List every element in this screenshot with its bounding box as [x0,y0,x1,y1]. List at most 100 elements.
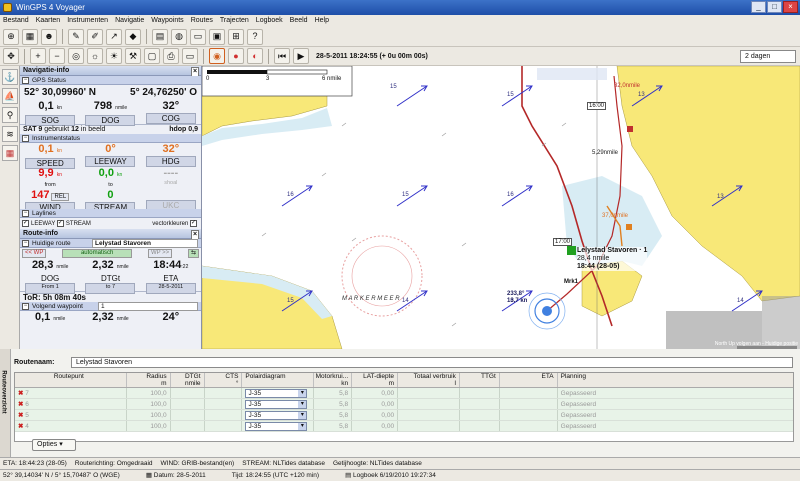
rewind-icon[interactable]: ⏮ [274,48,290,64]
menu-kaarten[interactable]: Kaarten [36,15,61,27]
lightbulb-off-icon[interactable]: ☀ [106,48,122,64]
laylines-header[interactable]: − Laylines [20,209,201,218]
menu-routes[interactable]: Routes [191,15,213,27]
delete-icon[interactable]: ✖ [18,390,23,397]
record-icon[interactable]: ◐ [247,48,263,64]
grid-icon[interactable]: ⊞ [228,28,244,45]
reverse-route-icon[interactable]: ⇆ [187,249,199,258]
window-icon[interactable]: ▢ [144,48,160,64]
tide-tool-icon[interactable]: ≋ [2,126,18,142]
leeway-checkbox[interactable]: ✓ [22,219,29,227]
waypoint-icon[interactable]: ◆ [125,28,141,45]
table-row[interactable]: ✖ 7 100,0 J-35 ▾ 5,8 0,00 Gepasseerd [15,388,793,399]
route-name-field[interactable]: Lelystad Stavoren [92,239,198,248]
move-icon[interactable]: ✥ [3,48,19,64]
collapse-icon[interactable]: − [22,303,29,310]
rel-toggle[interactable]: REL [51,193,70,201]
col-dtgt[interactable]: DTGt nmile [171,373,205,387]
close-button[interactable]: × [783,1,798,13]
instrument-tool-icon[interactable]: ⚲ [2,107,18,123]
lightbulb-icon[interactable]: ☼ [87,48,103,64]
vector-checkbox[interactable]: ✓ [190,219,197,227]
col-motor[interactable]: Motorkrui... kn [314,373,353,387]
compass-icon[interactable]: ◉ [209,48,225,64]
zoom-in-icon[interactable]: + [30,48,46,64]
table-row[interactable]: ✖ 6 100,0 J-35 ▾ 5,8 0,00 Gepasseerd [15,399,793,410]
chart-icon[interactable]: ▦ [22,28,38,45]
row-lat: 0,00 [352,399,399,409]
polar-select[interactable]: J-35 ▾ [245,411,308,420]
collapse-icon[interactable]: − [22,240,29,247]
col-label: DTGt [184,373,201,380]
nautical-chart[interactable]: 0 3 6 nmile 15 16 15 15 16 15 14 16 13 1… [202,66,800,349]
collapse-icon[interactable]: − [22,77,29,84]
menu-bestand[interactable]: Bestand [3,15,29,27]
col-cts[interactable]: CTS ° [205,373,243,387]
monitor-icon[interactable]: ▭ [182,48,198,64]
col-lat[interactable]: LAT-diepte m [352,373,399,387]
gps-icon[interactable]: ⊕ [3,28,19,45]
measure-icon[interactable]: ↗ [106,28,122,45]
menu-logboek[interactable]: Logboek [256,15,283,27]
waypoint-marker[interactable]: Mrk1 [564,279,578,285]
table-row[interactable]: ✖ 4 100,0 J-35 ▾ 5,8 0,00 Gepasseerd [15,421,793,432]
options-button[interactable]: Opties ▾ [32,439,76,451]
hdg-value: 32 [162,143,175,155]
previous-wp-button[interactable]: << WP [22,249,47,258]
users-icon[interactable]: ☻ [41,28,57,45]
chart-canvas[interactable] [202,66,800,349]
route-overview-tab[interactable]: Routeoverzicht [0,349,11,457]
book-icon[interactable]: ▤ [152,28,168,45]
route-tool-icon[interactable]: ⛵ [2,88,18,104]
delete-icon[interactable]: ✖ [18,412,23,419]
next-waypoint-field[interactable]: 1 [98,302,198,311]
collapse-icon[interactable]: − [22,135,29,142]
row-verbruik [398,410,460,420]
zoom-out-icon[interactable]: − [49,48,65,64]
col-eta[interactable]: ETA [500,373,558,387]
tools-icon[interactable]: ⚒ [125,48,141,64]
delete-icon[interactable]: ✖ [18,423,23,430]
stream-checkbox[interactable]: ✓ [56,219,64,227]
navigation-tool-icon[interactable]: ⚓ [2,69,18,85]
folder-icon[interactable]: ▭ [190,28,206,45]
pencil-icon[interactable]: ✎ [68,28,84,45]
route-edit-icon[interactable]: ✐ [87,28,103,45]
next-wp-button[interactable]: WP >> [147,249,173,258]
delete-icon[interactable]: ✖ [18,401,23,408]
automatic-button[interactable]: automatisch [62,249,133,258]
col-radius[interactable]: Radius m [127,373,171,387]
latitude: 52° 30,09960' N [24,87,96,98]
menu-beeld[interactable]: Beeld [290,15,308,27]
menu-navigatie[interactable]: Navigatie [115,15,144,27]
menu-instrumenten[interactable]: Instrumenten [67,15,108,27]
col-planning[interactable]: Planning [558,373,793,387]
status-bar-bottom: 52° 39,14034' N / 5° 15,70487' O (WGE) ▦… [0,469,800,481]
col-polar[interactable]: Polairdiagram [242,373,315,387]
col-routepunt[interactable]: Routepunt [15,373,127,387]
collapse-icon[interactable]: − [22,210,29,217]
polar-select[interactable]: J-35 ▾ [245,400,308,409]
maximize-button[interactable]: □ [767,1,782,13]
menu-help[interactable]: Help [315,15,329,27]
table-row[interactable]: ✖ 5 100,0 J-35 ▾ 5,8 0,00 Gepasseerd [15,410,793,421]
logbook-tool-icon[interactable]: ▦ [2,145,18,161]
polar-select[interactable]: J-35 ▾ [245,422,308,431]
time-range-select[interactable]: 2 dagen [740,50,796,63]
globe-icon[interactable]: ◍ [171,28,187,45]
menu-trajecten[interactable]: Trajecten [220,15,249,27]
route-name-input[interactable]: Lelystad Stavoren [71,357,793,368]
help-icon[interactable]: ? [247,28,263,45]
zoom-icon[interactable]: ◎ [68,48,84,64]
stop-icon[interactable]: ● [228,48,244,64]
instr-header[interactable]: − Instrumentstatus [20,134,201,143]
polar-select[interactable]: J-35 ▾ [245,389,308,398]
gps-status-header[interactable]: − GPS Status [20,76,201,85]
col-ttgt[interactable]: TTGt [460,373,500,387]
print-icon[interactable]: ⎙ [163,48,179,64]
menu-waypoints[interactable]: Waypoints [151,15,183,27]
col-verbruik[interactable]: Totaal verbruik l [398,373,460,387]
play-icon[interactable]: ▶ [293,48,309,64]
minimize-button[interactable]: _ [751,1,766,13]
image-icon[interactable]: ▣ [209,28,225,45]
